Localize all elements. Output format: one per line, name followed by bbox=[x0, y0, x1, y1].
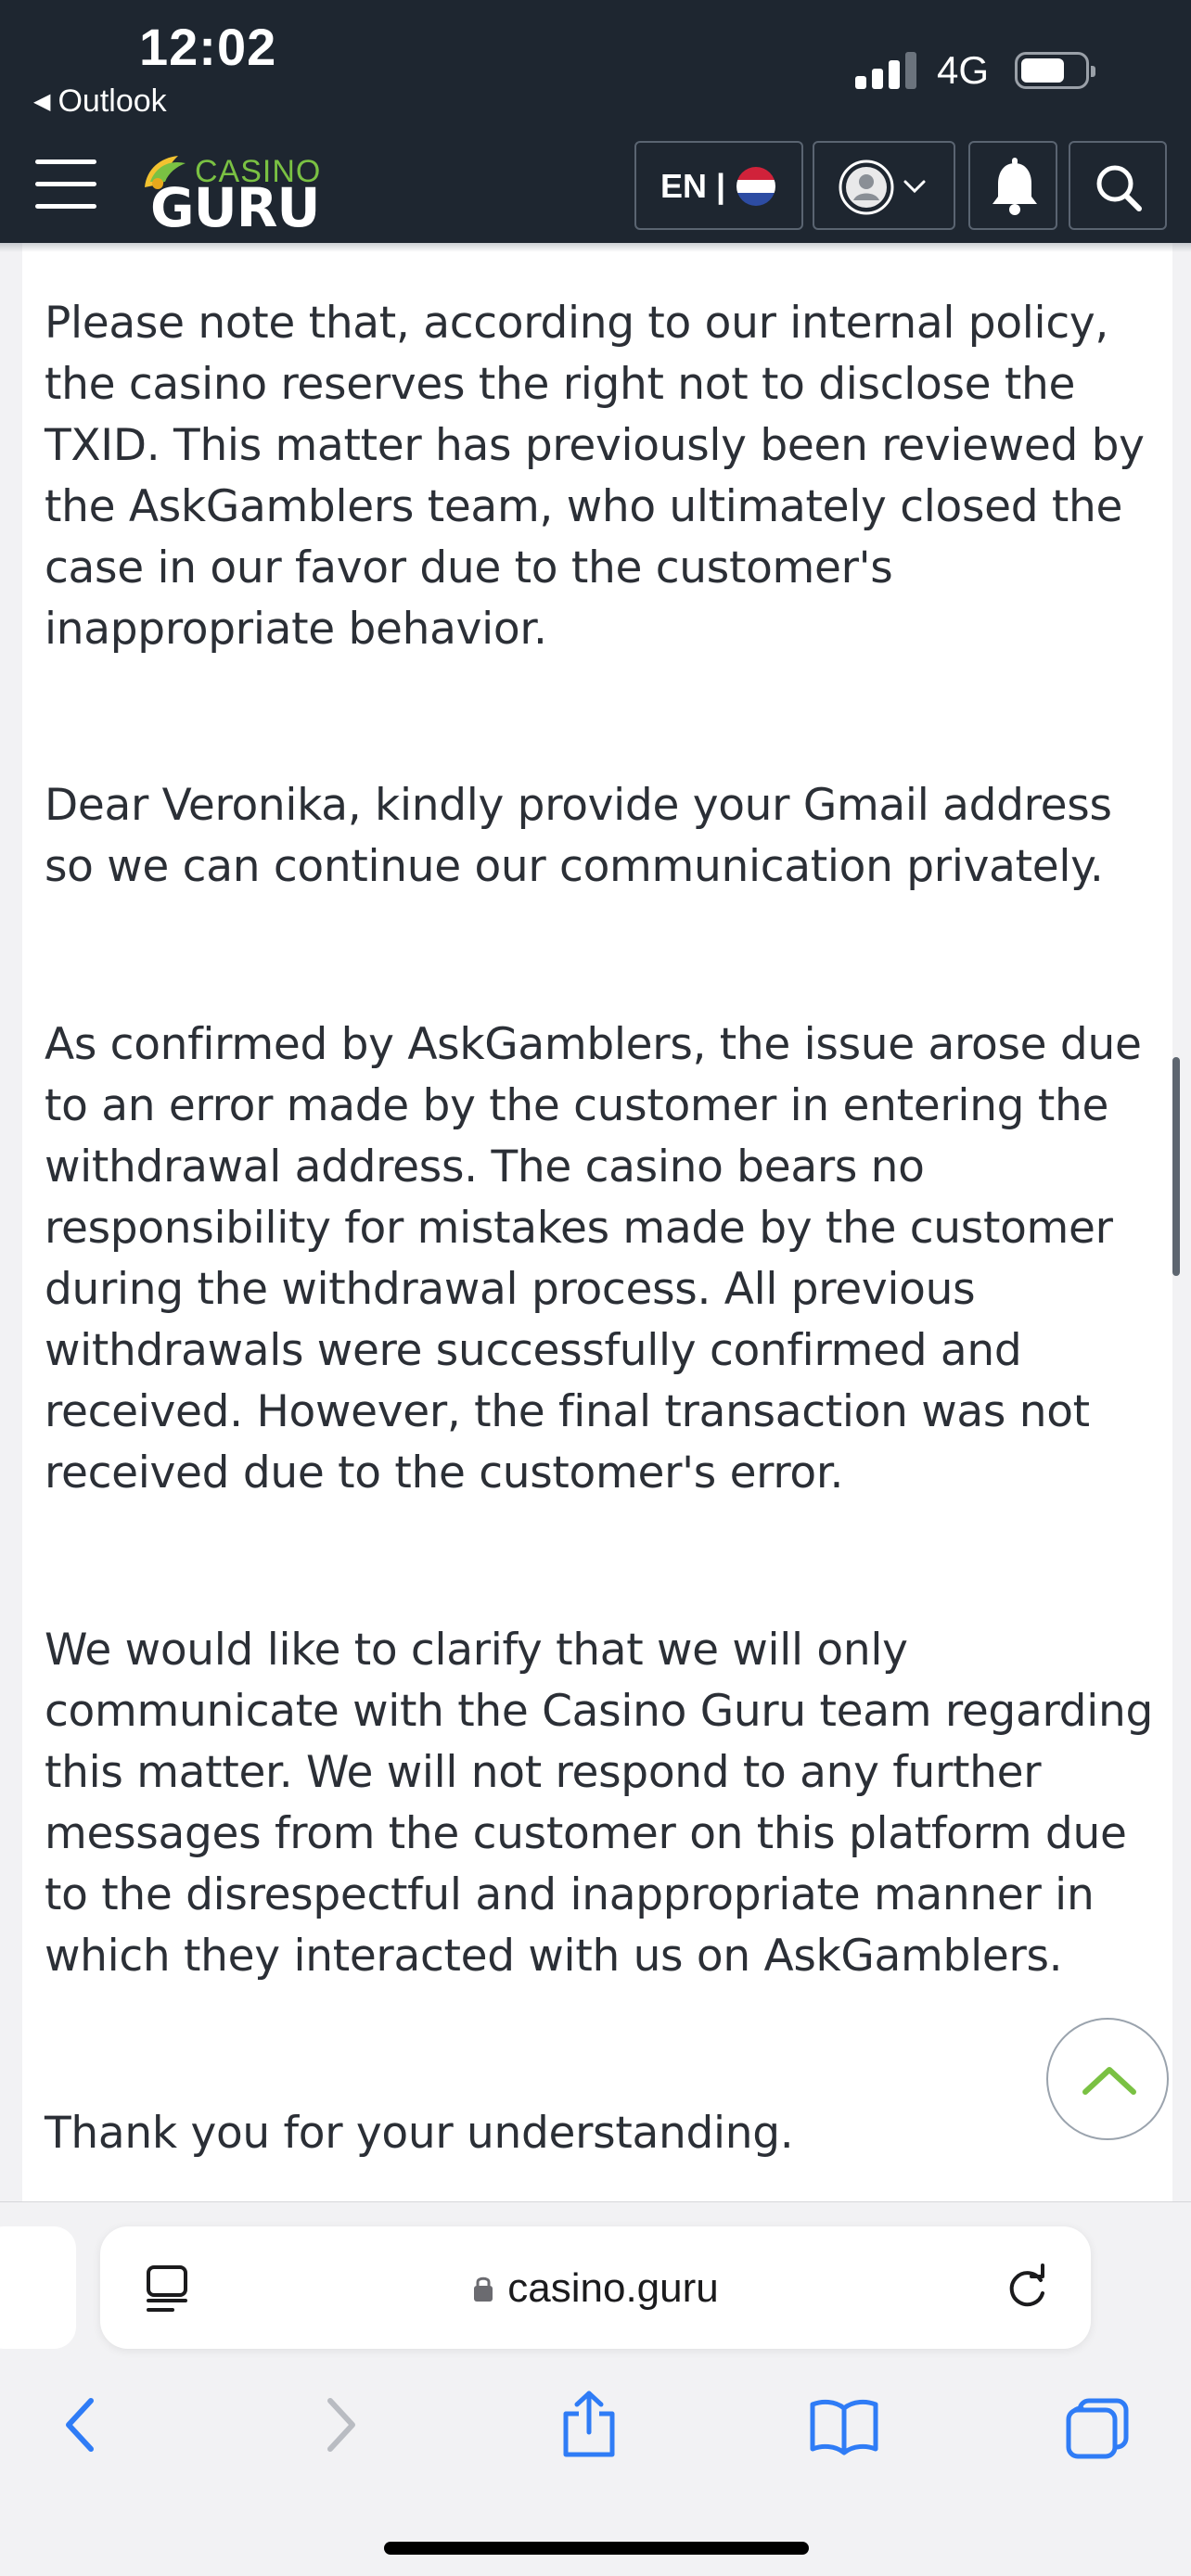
forward-icon[interactable] bbox=[312, 2388, 367, 2462]
bell-icon bbox=[992, 158, 1037, 215]
notifications-button[interactable] bbox=[968, 141, 1057, 230]
paragraph-thanks: Thank you for your understanding. bbox=[45, 2108, 794, 2159]
app-header: 12:02 ◀ Outlook 4G CASINO GURU EN | bbox=[0, 0, 1191, 243]
lock-icon bbox=[474, 2276, 493, 2302]
logo-guru-text: GURU bbox=[150, 176, 320, 239]
user-avatar-icon bbox=[839, 159, 926, 215]
status-time: 12:02 bbox=[139, 18, 277, 76]
back-app-label: Outlook bbox=[58, 83, 167, 119]
paragraph-communication-policy: We would like to clarify that we will on… bbox=[45, 1625, 1153, 1982]
browser-toolbar: casino.guru bbox=[0, 2201, 1191, 2576]
previous-tab-preview[interactable] bbox=[0, 2226, 76, 2349]
paragraph-txid-policy: Please note that, according to our inter… bbox=[45, 298, 1145, 655]
back-to-app-link[interactable]: ◀ Outlook bbox=[33, 83, 167, 120]
home-indicator[interactable] bbox=[384, 2542, 809, 2555]
address-bar[interactable]: casino.guru bbox=[100, 2226, 1091, 2349]
user-menu-button[interactable] bbox=[813, 141, 955, 230]
share-icon[interactable] bbox=[557, 2388, 621, 2462]
battery-icon bbox=[1015, 52, 1095, 89]
casino-guru-logo[interactable]: CASINO GURU bbox=[132, 145, 320, 239]
header-shadow bbox=[0, 243, 1191, 252]
search-button[interactable] bbox=[1069, 141, 1167, 230]
chevron-up-icon bbox=[1082, 2067, 1136, 2095]
bookmarks-icon[interactable] bbox=[807, 2388, 881, 2462]
paragraph-error-explanation: As confirmed by AskGamblers, the issue a… bbox=[45, 1019, 1142, 1498]
back-icon[interactable] bbox=[54, 2388, 109, 2462]
back-triangle-icon: ◀ bbox=[33, 89, 51, 114]
signal-icon bbox=[855, 52, 916, 89]
url-text: casino.guru bbox=[507, 2265, 719, 2311]
menu-icon[interactable] bbox=[35, 159, 96, 210]
search-icon bbox=[1096, 165, 1142, 211]
language-label: EN | bbox=[660, 167, 726, 205]
paragraph-gmail-request: Dear Veronika, kindly provide your Gmail… bbox=[45, 780, 1112, 892]
review-response-content: Please note that, according to our inter… bbox=[22, 243, 1172, 2201]
page-scrollbar[interactable] bbox=[1172, 1057, 1180, 1276]
reload-icon[interactable] bbox=[1004, 2264, 1052, 2312]
language-selector[interactable]: EN | bbox=[634, 141, 803, 230]
network-type: 4G bbox=[937, 48, 990, 92]
netherlands-flag-icon bbox=[736, 167, 775, 206]
tabs-icon[interactable] bbox=[1063, 2388, 1132, 2462]
scroll-to-top-button[interactable] bbox=[1046, 2018, 1169, 2140]
